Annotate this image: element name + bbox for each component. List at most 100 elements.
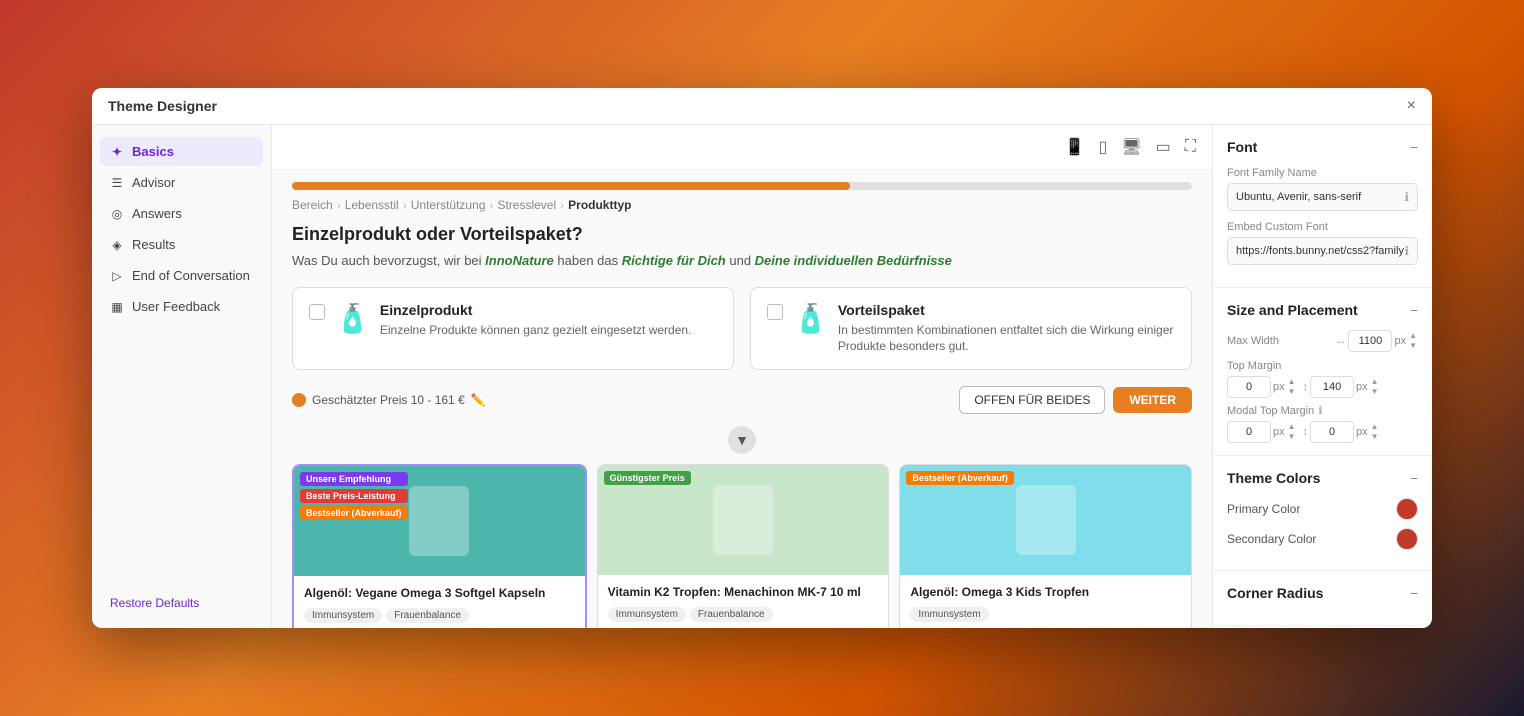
weiter-button[interactable]: WEITER <box>1113 387 1192 413</box>
product-img-placeholder-3 <box>1016 485 1076 555</box>
embed-font-info-icon: ℹ <box>1404 244 1409 258</box>
product-tags-3: Immunsystem <box>910 607 1181 622</box>
theme-colors-collapse-btn[interactable]: − <box>1410 470 1418 486</box>
sidebar-item-feedback-label: User Feedback <box>132 299 220 314</box>
corner-radius-collapse-btn[interactable]: − <box>1410 585 1418 601</box>
footer-bar: Geschätzter Preis 10 - 161 € ✏️ OFFEN FÜ… <box>292 386 1192 414</box>
edit-price-icon[interactable]: ✏️ <box>471 393 486 407</box>
product-card-1[interactable]: Unsere Empfehlung Beste Preis-Leistung B… <box>292 464 587 628</box>
restore-defaults-link[interactable]: Restore Defaults <box>100 590 263 616</box>
modal-margin-right-wrap: ↕ px ▲ ▼ <box>1303 421 1380 443</box>
modal-margin-left-wrap: px ▲ ▼ <box>1227 421 1297 443</box>
product-name-1: Algenöl: Vegane Omega 3 Softgel Kapseln <box>304 586 575 602</box>
top-margin-right-wrap: ↕ px ▲ ▼ <box>1303 376 1380 398</box>
top-margin-right-up[interactable]: ▲ <box>1370 377 1380 387</box>
sidebar-item-results-label: Results <box>132 237 175 252</box>
top-margin-right-down[interactable]: ▼ <box>1370 387 1380 397</box>
font-collapse-btn[interactable]: − <box>1410 139 1418 155</box>
top-margin-left-down[interactable]: ▼ <box>1287 387 1297 397</box>
tablet-portrait-btn[interactable]: ▯ <box>1095 133 1112 161</box>
arrow-down-icon: ▼ <box>728 426 756 454</box>
tag-frauenbalance-2: Frauenbalance <box>690 607 773 622</box>
font-section-title: Font <box>1227 139 1257 155</box>
embed-font-label: Embed Custom Font <box>1227 221 1418 233</box>
max-width-input[interactable] <box>1348 330 1392 352</box>
sidebar-item-advisor[interactable]: ☰ Advisor <box>100 168 263 197</box>
device-toolbar: 📱 ▯ 🖥 ▭ ⛶ <box>272 125 1212 170</box>
desktop-device-btn[interactable]: 🖥 <box>1117 133 1145 161</box>
tag-immunsystem-3: Immunsystem <box>910 607 988 622</box>
progress-bar-wrap <box>292 170 1192 198</box>
embed-font-field[interactable]: ℹ <box>1227 237 1418 265</box>
size-placement-collapse-btn[interactable]: − <box>1410 302 1418 318</box>
theme-colors-title: Theme Colors <box>1227 470 1320 486</box>
embed-font-input[interactable] <box>1236 245 1404 257</box>
modal-header: Theme Designer × <box>92 88 1432 125</box>
modal-margin-info-icon: ℹ <box>1318 404 1322 417</box>
sidebar-item-answers[interactable]: ◎ Answers <box>100 199 263 228</box>
size-placement-header: Size and Placement − <box>1227 302 1418 318</box>
corner-radius-section: Corner Radius − <box>1213 571 1432 626</box>
vorteilspaket-desc: In bestimmten Kombinationen entfaltet si… <box>838 322 1175 356</box>
offen-button[interactable]: OFFEN FÜR BEIDES <box>959 386 1105 414</box>
top-margin-left-up[interactable]: ▲ <box>1287 377 1297 387</box>
mobile-device-btn[interactable]: 📱 <box>1061 133 1089 161</box>
top-margin-left-input[interactable] <box>1227 376 1271 398</box>
einzelprodukt-text: Einzelprodukt Einzelne Produkte können g… <box>380 302 717 339</box>
top-margin-inputs: px ▲ ▼ ↕ px ▲ ▼ <box>1227 376 1418 398</box>
breadcrumb-stresslevel: Stresslevel <box>497 198 556 212</box>
fullscreen-btn[interactable]: ⛶ <box>1181 133 1200 161</box>
font-family-input[interactable] <box>1236 191 1404 203</box>
top-margin-right-input[interactable] <box>1310 376 1354 398</box>
modal-margin-left-input[interactable] <box>1227 421 1271 443</box>
option-einzelprodukt[interactable]: 🧴 Einzelprodukt Einzelne Produkte können… <box>292 287 734 371</box>
sidebar-item-results[interactable]: ◈ Results <box>100 230 263 259</box>
sidebar-item-advisor-label: Advisor <box>132 175 175 190</box>
badge-guenstigster: Günstigster Preis <box>604 471 691 485</box>
modal-margin-right-up[interactable]: ▲ <box>1370 422 1380 432</box>
breadcrumb-produkttyp: Produkttyp <box>568 198 631 212</box>
theme-designer-modal: Theme Designer × ✦ Basics ☰ Advisor ◎ An… <box>92 88 1432 628</box>
sidebar-item-end-of-conversation[interactable]: ▷ End of Conversation <box>100 261 263 290</box>
max-width-label: Max Width <box>1227 335 1329 347</box>
product-img-2: Günstigster Preis <box>598 465 889 575</box>
modal-margin-left-down[interactable]: ▼ <box>1287 432 1297 442</box>
einzelprodukt-icon: 🧴 <box>335 302 370 335</box>
primary-color-swatch[interactable] <box>1396 498 1418 520</box>
max-width-stepper: ▲ ▼ <box>1408 331 1418 351</box>
modal-margin-left-up[interactable]: ▲ <box>1287 422 1297 432</box>
sidebar: ✦ Basics ☰ Advisor ◎ Answers ◈ Results ▷… <box>92 125 272 628</box>
vorteilspaket-text: Vorteilspaket In bestimmten Kombinatione… <box>838 302 1175 356</box>
vorteilspaket-checkbox[interactable] <box>767 304 783 320</box>
product-info-3: Algenöl: Omega 3 Kids Tropfen Immunsyste… <box>900 575 1191 628</box>
right-panel: Font − Font Family Name ℹ Embed Custom F… <box>1212 125 1432 628</box>
sidebar-item-end-label: End of Conversation <box>132 268 250 283</box>
sidebar-item-basics[interactable]: ✦ Basics <box>100 137 263 166</box>
close-button[interactable]: × <box>1407 98 1416 114</box>
secondary-color-swatch[interactable] <box>1396 528 1418 550</box>
modal-margin-right-down[interactable]: ▼ <box>1370 432 1380 442</box>
advisor-icon: ☰ <box>110 176 124 190</box>
option-vorteilspaket[interactable]: 🧴 Vorteilspaket In bestimmten Kombinatio… <box>750 287 1192 371</box>
product-card-3[interactable]: Bestseller (Abverkauf) Algenöl: Omega 3 … <box>899 464 1192 628</box>
product-card-2[interactable]: Günstigster Preis Vitamin K2 Tropfen: Me… <box>597 464 890 628</box>
tablet-landscape-btn[interactable]: ▭ <box>1152 133 1175 161</box>
product-badges-1: Unsere Empfehlung Beste Preis-Leistung B… <box>300 472 408 520</box>
answers-icon: ◎ <box>110 207 124 221</box>
modal-margin-right-input[interactable] <box>1310 421 1354 443</box>
vorteilspaket-label: Vorteilspaket <box>838 302 1175 318</box>
font-family-info-icon: ℹ <box>1404 190 1409 204</box>
products-row: Unsere Empfehlung Beste Preis-Leistung B… <box>292 464 1192 628</box>
max-width-down[interactable]: ▼ <box>1408 341 1418 351</box>
product-name-2: Vitamin K2 Tropfen: Menachinon MK-7 10 m… <box>608 585 879 601</box>
modal-margin-label: Modal Top Margin ℹ <box>1227 404 1418 417</box>
max-width-row: Max Width ↔ px ▲ ▼ <box>1227 330 1418 352</box>
sidebar-item-user-feedback[interactable]: ▦ User Feedback <box>100 292 263 321</box>
footer-buttons: OFFEN FÜR BEIDES WEITER <box>959 386 1192 414</box>
max-width-up[interactable]: ▲ <box>1408 331 1418 341</box>
font-family-field[interactable]: ℹ <box>1227 183 1418 211</box>
options-row: 🧴 Einzelprodukt Einzelne Produkte können… <box>292 287 1192 371</box>
badge-preis-leistung: Beste Preis-Leistung <box>300 489 408 503</box>
einzelprodukt-checkbox[interactable] <box>309 304 325 320</box>
basics-icon: ✦ <box>110 145 124 159</box>
